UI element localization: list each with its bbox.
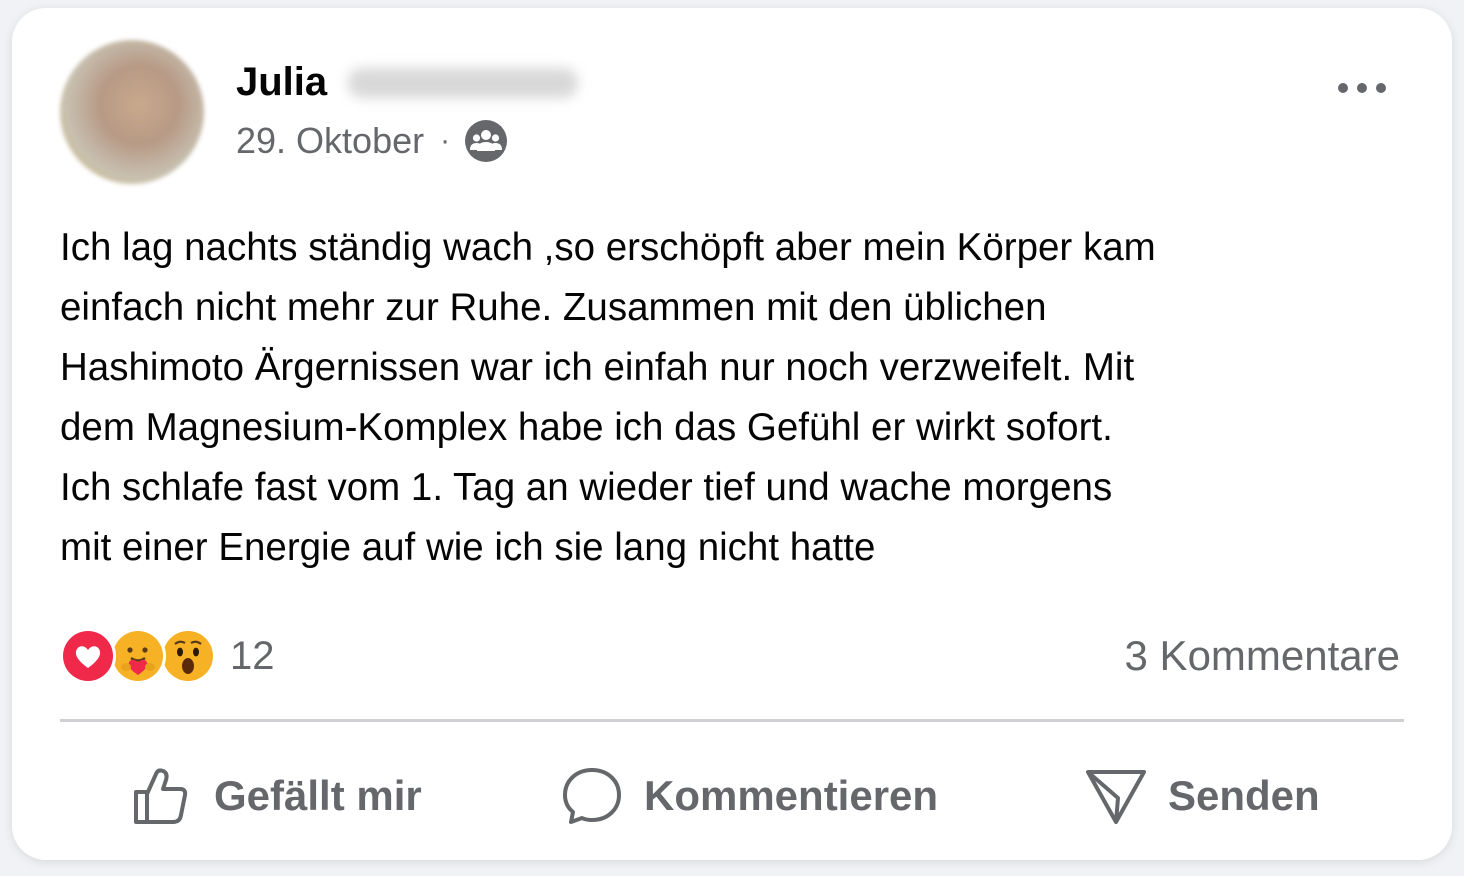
- friends-icon: [464, 119, 508, 163]
- love-reaction-icon: [60, 628, 116, 684]
- post-card: Julia 29. Oktober · Ich lag nachts ständ…: [12, 8, 1452, 860]
- action-divider: [60, 719, 1404, 722]
- meta-separator: ·: [440, 124, 451, 157]
- like-label: Gefällt mir: [214, 772, 422, 819]
- reaction-count: 12: [230, 633, 275, 678]
- comment-bubble-icon: [563, 768, 621, 824]
- thumbs-up-icon: [134, 768, 188, 824]
- wow-reaction-icon: [160, 628, 216, 684]
- more-horizontal-icon: [1338, 83, 1386, 93]
- send-label: Senden: [1168, 772, 1320, 819]
- post-text: Ich lag nachts ständig wach ,so erschöpf…: [60, 226, 1156, 569]
- care-reaction-icon: [110, 628, 166, 684]
- reactions-summary[interactable]: 12: [60, 625, 275, 687]
- author-last-name-redacted: [348, 68, 578, 98]
- comment-label: Kommentieren: [644, 772, 939, 819]
- comments-count-link[interactable]: 3 Kommentare: [1125, 628, 1400, 684]
- send-icon: [1086, 770, 1146, 824]
- post-meta: 29. Oktober ·: [236, 118, 508, 164]
- comment-button[interactable]: Kommentieren: [560, 758, 938, 834]
- author-avatar[interactable]: [60, 40, 204, 184]
- more-options-button[interactable]: [1332, 68, 1392, 108]
- like-button[interactable]: Gefällt mir: [130, 758, 422, 834]
- post-date[interactable]: 29. Oktober: [236, 120, 424, 162]
- send-button[interactable]: Senden: [1084, 758, 1320, 834]
- author-name[interactable]: Julia: [236, 58, 327, 106]
